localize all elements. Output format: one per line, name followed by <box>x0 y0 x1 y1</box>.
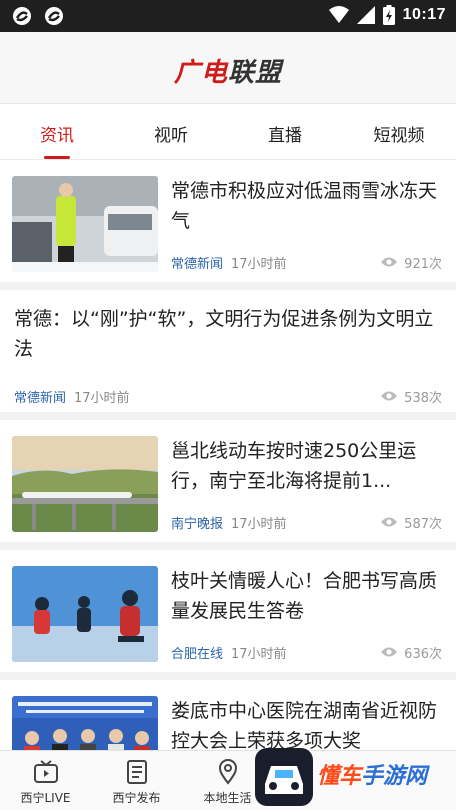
nav-label: 西宁发布 <box>112 791 161 805</box>
watermark-text: 懂车手游网 <box>317 764 428 789</box>
news-title: 常德：以“刚”护“软”，文明行为促进条例为文明立法 <box>14 308 434 360</box>
news-item[interactable]: 常德：以“刚”护“软”，文明行为促进条例为文明立法 常德新闻 17小时前 538… <box>0 290 456 420</box>
news-feed[interactable]: 常德市积极应对低温雨雪冰冻天气 常德新闻 17小时前 921次 常德：以“刚”护… <box>0 160 456 750</box>
nav-xining-publish[interactable]: 西宁发布 <box>91 751 182 810</box>
eye-icon <box>381 647 398 657</box>
view-count: 636次 <box>404 646 442 662</box>
news-meta: 合肥在线 17小时前 636次 <box>171 642 442 662</box>
news-time: 17小时前 <box>231 516 287 532</box>
watermark-overlay: 懂车手游网 <box>255 748 456 810</box>
news-thumbnail <box>12 566 158 662</box>
eye-icon <box>381 391 398 401</box>
battery-icon <box>382 5 395 25</box>
tab-short-video[interactable]: 短视频 <box>342 104 456 159</box>
news-meta: 常德新闻 17小时前 538次 <box>14 386 442 406</box>
news-thumbnail <box>12 696 158 750</box>
news-source: 合肥在线 <box>171 646 224 662</box>
news-time: 17小时前 <box>74 390 130 406</box>
eye-icon <box>381 517 398 527</box>
news-time: 17小时前 <box>231 646 287 662</box>
document-icon <box>126 760 147 784</box>
eye-icon <box>381 257 398 267</box>
news-item[interactable]: 邕北线动车按时速250公里运行，南宁至北海将提前1... 南宁晚报 17小时前 … <box>0 420 456 550</box>
nav-xining-live[interactable]: 西宁LIVE <box>0 751 91 810</box>
tab-audio-video[interactable]: 视听 <box>114 104 228 159</box>
news-thumbnail <box>12 436 158 532</box>
clock: 10:17 <box>402 6 446 23</box>
tv-icon <box>33 760 58 783</box>
app-notification-icon <box>13 7 31 25</box>
watermark-logo <box>255 748 313 806</box>
news-item[interactable]: 娄底市中心医院在湖南省近视防控大会上荣获多项大奖 <box>0 680 456 750</box>
app-notification-icon <box>45 7 63 25</box>
signal-icon <box>356 6 375 24</box>
news-title: 枝叶关情暖人心！合肥书写高质量发展民生答卷 <box>171 570 438 622</box>
app-header: 广电联盟 <box>0 32 456 104</box>
nav-label: 西宁LIVE <box>20 791 71 805</box>
news-meta: 常德新闻 17小时前 921次 <box>171 252 442 272</box>
category-tabs: 资讯 视听 直播 短视频 <box>0 104 456 160</box>
news-time: 17小时前 <box>231 256 287 272</box>
news-meta: 南宁晚报 17小时前 587次 <box>171 512 442 532</box>
tab-live[interactable]: 直播 <box>228 104 342 159</box>
location-pin-icon <box>218 759 237 785</box>
news-source: 常德新闻 <box>14 390 67 406</box>
tab-news[interactable]: 资讯 <box>0 104 114 159</box>
news-thumbnail <box>12 176 158 272</box>
news-title: 常德市积极应对低温雨雪冰冻天气 <box>171 180 438 232</box>
news-item[interactable]: 常德市积极应对低温雨雪冰冻天气 常德新闻 17小时前 921次 <box>0 160 456 290</box>
app-logo: 广电联盟 <box>173 58 283 88</box>
view-count: 538次 <box>404 390 442 406</box>
nav-label: 本地生活 <box>203 791 252 805</box>
view-count: 921次 <box>404 256 442 272</box>
news-item[interactable]: 枝叶关情暖人心！合肥书写高质量发展民生答卷 合肥在线 17小时前 636次 <box>0 550 456 680</box>
news-source: 常德新闻 <box>171 256 224 272</box>
news-title: 娄底市中心医院在湖南省近视防控大会上荣获多项大奖 <box>171 700 438 750</box>
status-bar: 10:17 <box>0 0 456 32</box>
view-count: 587次 <box>404 516 442 532</box>
news-title: 邕北线动车按时速250公里运行，南宁至北海将提前1... <box>171 440 417 492</box>
news-source: 南宁晚报 <box>171 516 224 532</box>
wifi-icon <box>328 6 349 23</box>
